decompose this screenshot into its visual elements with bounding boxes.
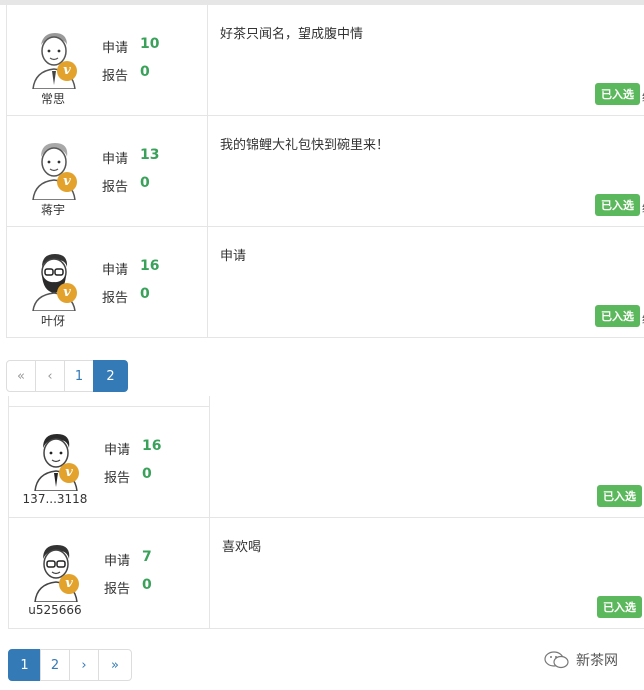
report-label: 报告 xyxy=(102,69,129,84)
apply-label: 申请 xyxy=(104,554,131,569)
watermark: 新茶网 xyxy=(544,650,618,670)
apply-label: 申请 xyxy=(102,152,129,167)
comment-text: 申请 xyxy=(220,249,247,264)
wechat-icon xyxy=(544,651,569,669)
verified-icon: v xyxy=(59,463,79,483)
report-label: 报告 xyxy=(104,471,131,486)
report-count: 0 xyxy=(140,64,150,80)
applicant-list-1: v 常思 申请 10 报告 0 好茶只闻名，望成腹中情 已入选 给 v 蒋宇 申… xyxy=(6,5,644,338)
applicant-list-2: v 137...3118 申请 16 报告 0 已入选 给 v u525666 … xyxy=(8,396,644,629)
avatar[interactable] xyxy=(25,249,81,311)
apply-count: 16 xyxy=(140,258,160,274)
username[interactable]: 137...3118 xyxy=(15,492,95,506)
last-page-button[interactable]: » xyxy=(98,649,132,681)
avatar[interactable] xyxy=(27,540,83,602)
list-item: v 常思 申请 10 报告 0 好茶只闻名，望成腹中情 已入选 给 xyxy=(6,5,644,116)
avatar[interactable] xyxy=(27,429,83,491)
report-label: 报告 xyxy=(104,582,131,597)
selected-badge: 已入选 xyxy=(595,305,640,327)
user-info: v 叶伢 申请 16 报告 0 xyxy=(6,227,208,337)
list-item: v 蒋宇 申请 13 报告 0 我的锦鲤大礼包快到碗里来！ 已入选 给 xyxy=(6,116,644,227)
report-count: 0 xyxy=(142,466,152,482)
verified-icon: v xyxy=(57,172,77,192)
list-item: v 叶伢 申请 16 报告 0 申请 已入选 给 xyxy=(6,227,644,338)
pagination-1: « ‹ 1 2 xyxy=(6,360,128,392)
username[interactable]: 蒋宇 xyxy=(13,201,93,218)
page-2-button[interactable]: 2 xyxy=(93,360,128,392)
apply-count: 16 xyxy=(142,438,162,454)
apply-label: 申请 xyxy=(102,263,129,278)
username[interactable]: u525666 xyxy=(15,603,95,617)
apply-label: 申请 xyxy=(104,443,131,458)
report-count: 0 xyxy=(142,577,152,593)
username[interactable]: 叶伢 xyxy=(13,312,93,329)
selected-badge: 已入选 xyxy=(597,596,642,618)
user-info: v 蒋宇 申请 13 报告 0 xyxy=(6,116,208,226)
apply-label: 申请 xyxy=(102,41,129,56)
page-1-button[interactable]: 1 xyxy=(8,649,41,681)
avatar[interactable] xyxy=(25,138,81,200)
page-2-button[interactable]: 2 xyxy=(40,649,70,681)
apply-count: 7 xyxy=(142,549,152,565)
verified-icon: v xyxy=(57,61,77,81)
prev-page-button[interactable]: ‹ xyxy=(35,360,65,392)
user-info: v u525666 申请 7 报告 0 xyxy=(8,518,210,628)
page-1-button[interactable]: 1 xyxy=(64,360,94,392)
avatar[interactable] xyxy=(25,27,81,89)
username[interactable]: 常思 xyxy=(13,90,93,107)
comment-text: 喜欢喝 xyxy=(222,540,262,555)
report-count: 0 xyxy=(140,175,150,191)
report-label: 报告 xyxy=(102,291,129,306)
selected-badge: 已入选 xyxy=(595,83,640,105)
pagination-2: 1 2 › » xyxy=(8,649,132,681)
apply-count: 13 xyxy=(140,147,160,163)
comment-text: 我的锦鲤大礼包快到碗里来！ xyxy=(220,138,390,153)
user-info: v 常思 申请 10 报告 0 xyxy=(6,5,208,115)
selected-badge: 已入选 xyxy=(597,485,642,507)
selected-badge: 已入选 xyxy=(595,194,640,216)
report-count: 0 xyxy=(140,286,150,302)
list-item: v u525666 申请 7 报告 0 喜欢喝 已入选 给 xyxy=(8,518,644,629)
verified-icon: v xyxy=(57,283,77,303)
list-spacer xyxy=(8,396,210,407)
user-info: v 137...3118 申请 16 报告 0 xyxy=(8,407,210,517)
next-page-button[interactable]: › xyxy=(69,649,99,681)
verified-icon: v xyxy=(59,574,79,594)
comment-text: 好茶只闻名，望成腹中情 xyxy=(220,27,364,42)
watermark-text: 新茶网 xyxy=(576,653,618,669)
report-label: 报告 xyxy=(102,180,129,195)
first-page-button[interactable]: « xyxy=(6,360,36,392)
list-item: v 137...3118 申请 16 报告 0 已入选 给 xyxy=(8,407,644,518)
apply-count: 10 xyxy=(140,36,160,52)
